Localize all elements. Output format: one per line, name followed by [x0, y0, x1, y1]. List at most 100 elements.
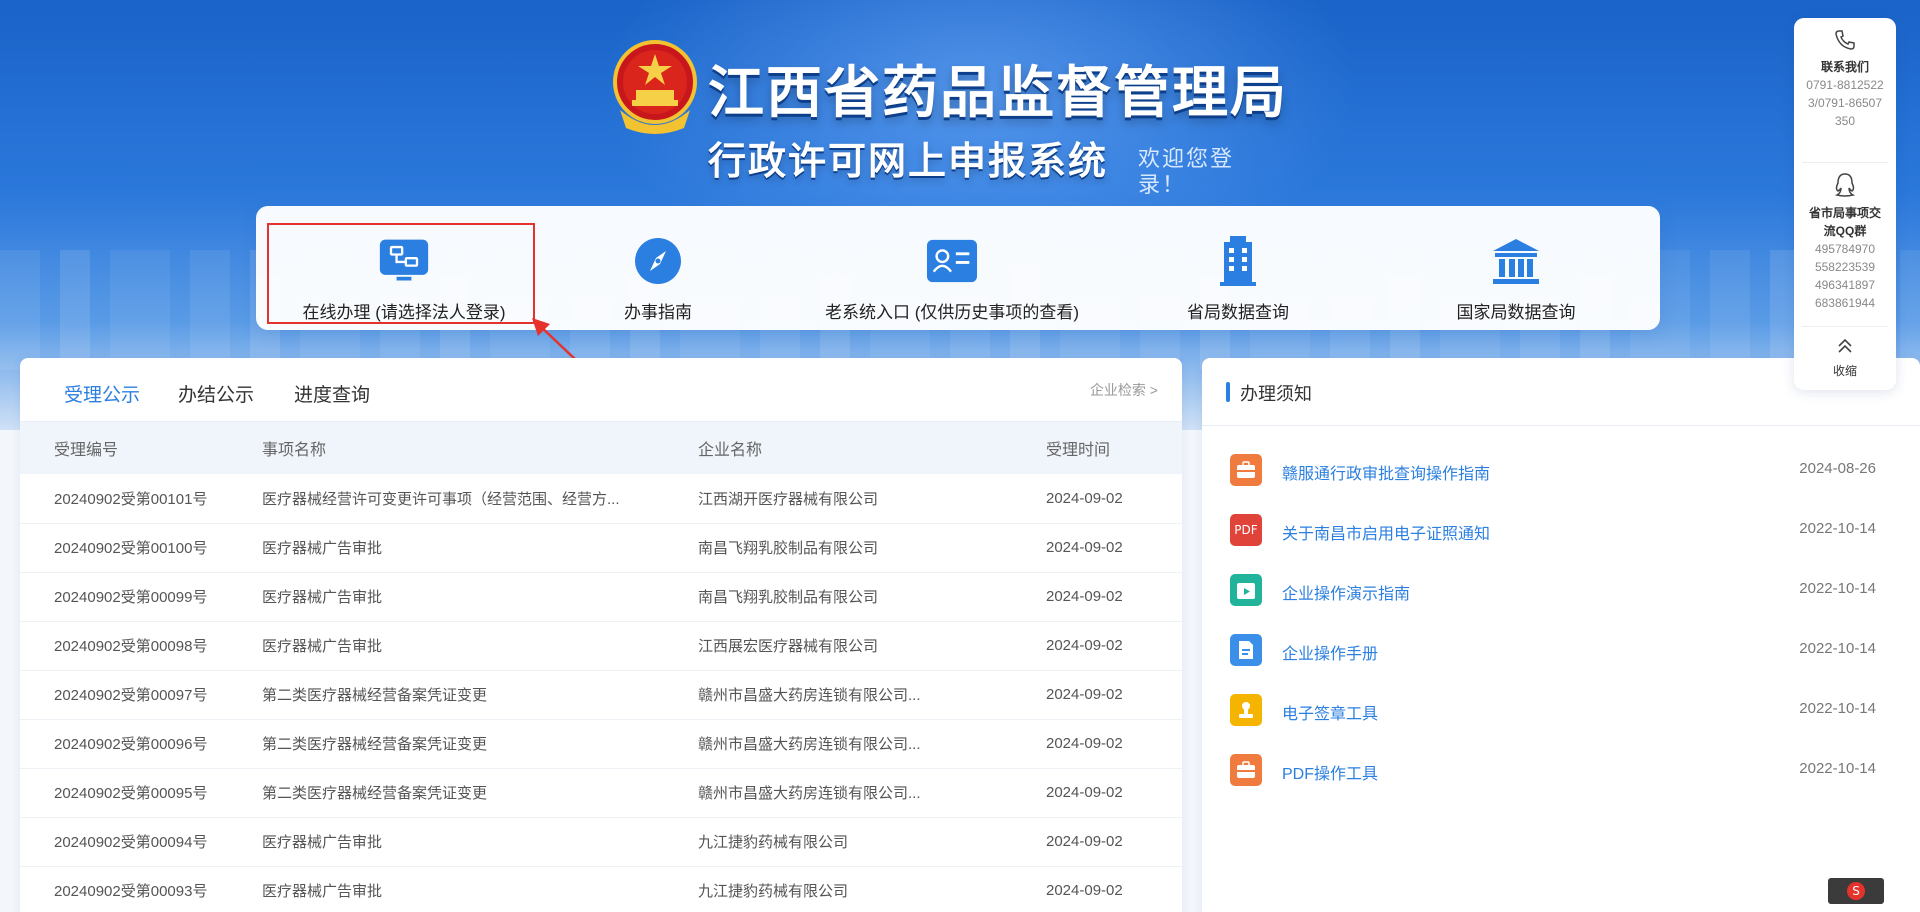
- collapse-button[interactable]: 收缩: [1794, 336, 1896, 380]
- table-header-row: 受理编号 事项名称 企业名称 受理时间: [20, 422, 1182, 474]
- table-row[interactable]: 20240902受第00097号 第二类医疗器械经营备案凭证变更 赣州市昌盛大药房连…: [20, 670, 1182, 719]
- phone-icon: [1835, 30, 1855, 50]
- cell-acceptance-time: 2024-09-02: [1046, 686, 1123, 703]
- notice-item-title[interactable]: 企业操作演示指南: [1282, 580, 1410, 604]
- acceptance-table: 受理编号 事项名称 企业名称 受理时间 20240902受第00101号医疗器械…: [20, 422, 1182, 912]
- double-chevron-up-icon: [1838, 338, 1852, 353]
- notice-item-date: 2022-10-14: [1799, 700, 1876, 717]
- sogou-input-icon: S: [1847, 882, 1865, 900]
- cell-acceptance-time: 2024-09-02: [1046, 784, 1123, 801]
- contact-value: 0791-88125223/0791-86507350: [1806, 78, 1884, 128]
- contact-label: 联系我们: [1820, 60, 1869, 74]
- video-calendar-icon: [1230, 574, 1262, 606]
- cell-acceptance-time: 2024-09-02: [1046, 735, 1123, 752]
- cell-acceptance-time: 2024-09-02: [1046, 637, 1123, 654]
- table-row[interactable]: 20240902受第00095号 第二类医疗器械经营备案凭证变更 赣州市昌盛大药房连…: [20, 768, 1182, 817]
- cell-item-name: 第二类医疗器械经营备案凭证变更: [262, 785, 488, 802]
- table-row[interactable]: 20240902受第00094号 医疗器械广告审批 九江捷豹药械有限公司 2024-0…: [20, 817, 1182, 866]
- national-data-query-button[interactable]: 国家局数据查询: [1436, 236, 1596, 326]
- national-data-query-label: 国家局数据查询: [1456, 303, 1576, 322]
- notice-item-title[interactable]: 赣服通行政审批查询操作指南: [1282, 460, 1490, 484]
- cell-company-name: 南昌飞翔乳胶制品有限公司: [698, 540, 879, 557]
- publicity-card: 受理公示 办结公示 进度查询 企业检索 > 受理编号 事项名称 企业名称 受理时…: [20, 358, 1182, 912]
- table-row[interactable]: 20240902受第00096号 第二类医疗器械经营备案凭证变更 赣州市昌盛大药房连…: [20, 719, 1182, 768]
- cell-company-name: 赣州市昌盛大药房连锁有限公司...: [698, 736, 921, 753]
- qq-number: 558223539: [1814, 260, 1876, 274]
- cell-acceptance-time: 2024-09-02: [1046, 882, 1123, 899]
- cell-company-name: 赣州市昌盛大药房连锁有限公司...: [698, 785, 921, 802]
- cell-item-name: 医疗器械广告审批: [262, 883, 383, 900]
- notice-item[interactable]: 赣服通行政审批查询操作指南 2024-08-26: [1230, 450, 1876, 490]
- publicity-tabs: 受理公示 办结公示 进度查询 企业检索 >: [20, 358, 1182, 426]
- stamp-icon: [1230, 694, 1262, 726]
- cell-acceptance-number: 20240902受第00093号: [54, 883, 208, 900]
- contact-block[interactable]: 联系我们 0791-88125223/0791-86507350: [1794, 28, 1896, 130]
- column-header-number: 受理编号: [54, 442, 119, 459]
- qq-number: 683861944: [1814, 296, 1876, 310]
- table-body: 20240902受第00101号 医疗器械经营许可变更许可事项（经营范围、经营方.…: [20, 474, 1182, 912]
- cell-acceptance-time: 2024-09-02: [1046, 833, 1123, 850]
- cell-item-name: 医疗器械广告审批: [262, 589, 383, 606]
- enterprise-search-link[interactable]: 企业检索 >: [1090, 380, 1158, 400]
- cell-acceptance-number: 20240902受第00101号: [54, 490, 208, 508]
- cell-acceptance-time: 2024-09-02: [1046, 539, 1123, 556]
- notice-item-date: 2022-10-14: [1799, 520, 1876, 537]
- service-guide-label: 办事指南: [624, 303, 692, 322]
- table-row[interactable]: 20240902受第00099号 医疗器械广告审批 南昌飞翔乳胶制品有限公司 2024…: [20, 572, 1182, 621]
- cell-company-name: 九江捷豹药械有限公司: [698, 834, 849, 851]
- tab-progress-query[interactable]: 进度查询: [294, 380, 370, 423]
- cell-acceptance-number: 20240902受第00094号: [54, 834, 208, 851]
- notice-item[interactable]: PDF操作工具 2022-10-14: [1230, 750, 1876, 790]
- notice-item-title[interactable]: 企业操作手册: [1282, 640, 1378, 664]
- provincial-data-query-button[interactable]: 省局数据查询: [1168, 236, 1308, 326]
- cell-company-name: 九江捷豹药械有限公司: [698, 883, 849, 900]
- cell-item-name: 医疗器械广告审批: [262, 834, 383, 851]
- qq-number: 496341897: [1814, 278, 1876, 292]
- qq-icon: [1834, 173, 1856, 197]
- page-subtitle: 行政许可网上申报系统: [708, 139, 1109, 183]
- cell-acceptance-number: 20240902受第00099号: [54, 589, 208, 606]
- qq-number: 495784970: [1814, 242, 1876, 256]
- cell-acceptance-time: 2024-09-02: [1046, 588, 1123, 605]
- notice-item-title[interactable]: PDF操作工具: [1282, 760, 1378, 784]
- page-title: 江西省药品监督管理局: [708, 61, 1288, 126]
- notice-item-date: 2024-08-26: [1799, 460, 1876, 477]
- tab-completion-publicity[interactable]: 办结公示: [178, 380, 254, 423]
- pdf-icon: PDF: [1230, 514, 1262, 546]
- tab-acceptance-publicity[interactable]: 受理公示: [64, 380, 141, 426]
- id-card-icon: [926, 236, 978, 286]
- notice-item[interactable]: PDF 关于南昌市启用电子证照通知 2022-10-14: [1230, 510, 1876, 550]
- cell-item-name: 医疗器械经营许可变更许可事项（经营范围、经营方...: [262, 490, 620, 508]
- notice-accent-bar: [1226, 382, 1230, 402]
- table-row[interactable]: 20240902受第00093号 医疗器械广告审批 九江捷豹药械有限公司 2024-0…: [20, 866, 1182, 912]
- cell-company-name: 江西湖开医疗器械有限公司: [698, 490, 879, 508]
- notice-item-title[interactable]: 电子签章工具: [1282, 700, 1378, 724]
- service-guide-button[interactable]: 办事指南: [594, 236, 722, 326]
- provincial-data-query-label: 省局数据查询: [1187, 303, 1289, 322]
- column-header-item: 事项名称: [262, 442, 327, 459]
- annotation-highlight-box: [267, 223, 535, 324]
- ime-toolbar-icon[interactable]: S: [1828, 878, 1884, 904]
- notice-card: 办理须知 赣服通行政审批查询操作指南 2024-08-26 PDF 关于南昌市启用电子…: [1202, 358, 1920, 912]
- qq-group-label: 省市局事项交流QQ群: [1808, 206, 1881, 238]
- table-row[interactable]: 20240902受第00100号 医疗器械广告审批 南昌飞翔乳胶制品有限公司 2024…: [20, 523, 1182, 572]
- cell-company-name: 南昌飞翔乳胶制品有限公司: [698, 589, 879, 606]
- column-header-company: 企业名称: [698, 442, 763, 459]
- notice-item-title[interactable]: 关于南昌市启用电子证照通知: [1282, 520, 1490, 544]
- pdf-badge-text: PDF: [1234, 523, 1258, 537]
- side-float-panel: 联系我们 0791-88125223/0791-86507350 省市局事项交流…: [1794, 18, 1896, 390]
- document-icon: [1230, 634, 1262, 666]
- compass-icon: [632, 236, 684, 286]
- table-row[interactable]: 20240902受第00101号 医疗器械经营许可变更许可事项（经营范围、经营方.…: [20, 474, 1182, 523]
- old-system-entry-button[interactable]: 老系统入口 (仅供历史事项的查看): [822, 236, 1082, 326]
- briefcase-icon: [1230, 754, 1262, 786]
- cell-item-name: 第二类医疗器械经营备案凭证变更: [262, 736, 488, 753]
- table-row[interactable]: 20240902受第00098号 医疗器械广告审批 江西展宏医疗器械有限公司 2024…: [20, 621, 1182, 670]
- notice-title: 办理须知: [1240, 384, 1312, 404]
- qq-group-block[interactable]: 省市局事项交流QQ群 495784970 558223539 496341897…: [1794, 172, 1896, 312]
- cell-acceptance-number: 20240902受第00097号: [54, 687, 208, 704]
- column-header-time: 受理时间: [1046, 442, 1111, 459]
- notice-item[interactable]: 电子签章工具 2022-10-14: [1230, 690, 1876, 730]
- notice-item[interactable]: 企业操作手册 2022-10-14: [1230, 630, 1876, 670]
- notice-item[interactable]: 企业操作演示指南 2022-10-14: [1230, 570, 1876, 610]
